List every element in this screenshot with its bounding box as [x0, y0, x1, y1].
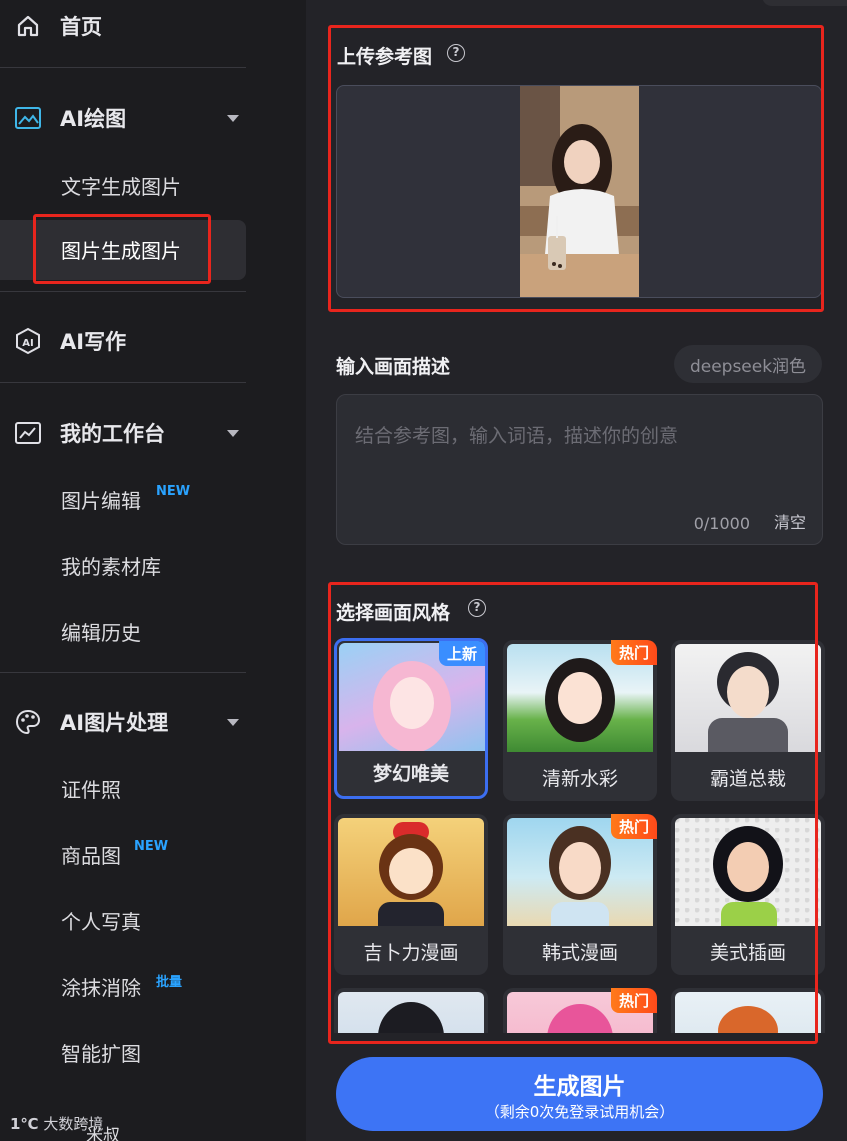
nav-workbench[interactable]: 我的工作台	[0, 404, 306, 462]
style-thumbnail	[675, 818, 821, 926]
divider	[0, 672, 246, 673]
deepseek-polish-button[interactable]: deepseek润色	[674, 345, 822, 383]
sidebar-item-label: 证件照	[61, 777, 121, 802]
style-card-label: 韩式漫画	[541, 941, 618, 964]
style-card-label: 清新水彩	[541, 767, 618, 790]
style-card-label: 霸道总裁	[709, 767, 786, 790]
chevron-down-icon[interactable]	[227, 429, 239, 437]
corner-tab	[762, 0, 847, 6]
prompt-input[interactable]: 结合参考图，输入词语，描述你的创意 0/1000 清空	[336, 394, 823, 545]
sidebar-item-id-photo[interactable]: 证件照	[0, 759, 306, 817]
divider	[0, 382, 246, 383]
upload-dropzone[interactable]	[336, 85, 822, 298]
sidebar-item-label: 编辑历史	[61, 620, 141, 645]
sidebar-item-expand[interactable]: 智能扩图	[0, 1023, 306, 1081]
nav-workbench-label: 我的工作台	[60, 422, 165, 446]
style-thumbnail	[338, 818, 484, 926]
style-card-label: 梦幻唯美	[372, 762, 449, 785]
nav-ai-draw[interactable]: AI绘图	[0, 89, 306, 147]
sidebar-item-label: 我的素材库	[61, 554, 161, 579]
sidebar-item-label: 图片生成图片	[61, 238, 181, 263]
style-card-8[interactable]: 热门	[503, 988, 657, 1033]
style-card-9[interactable]	[671, 988, 825, 1033]
sidebar-item-label: 文字生成图片	[61, 174, 181, 199]
palette-icon	[14, 708, 42, 736]
style-card-dreamy[interactable]: 上新 梦幻唯美	[334, 638, 488, 799]
style-card-ghibli[interactable]: 吉卜力漫画	[334, 814, 488, 975]
main-panel: 上传参考图 ? 输入画面描述 deepseek润色 结合参考图，输入词语，描述你…	[306, 0, 847, 1141]
sidebar-item-portrait[interactable]: 个人写真	[0, 891, 306, 949]
style-card-korean[interactable]: 热门 韩式漫画	[503, 814, 657, 975]
nav-image-processing[interactable]: AI图片处理	[0, 693, 306, 751]
sidebar-item-text-to-image[interactable]: 文字生成图片	[0, 156, 306, 214]
style-thumbnail	[338, 992, 484, 1033]
sidebar-item-product-image[interactable]: 商品图 NEW	[0, 825, 306, 883]
reference-photo	[520, 86, 639, 297]
ai-write-icon: AI	[14, 327, 42, 355]
chevron-down-icon[interactable]	[227, 718, 239, 726]
home-icon	[14, 12, 42, 40]
watermark-logo-icon: 1℃	[10, 1115, 39, 1133]
sidebar-item-materials[interactable]: 我的素材库	[0, 536, 306, 594]
help-icon[interactable]: ?	[468, 599, 486, 617]
prompt-placeholder: 结合参考图，输入词语，描述你的创意	[355, 425, 679, 447]
char-count: 0/1000	[693, 514, 750, 533]
watermark-text: 大数跨境	[43, 1115, 104, 1133]
nav-home-label: 首页	[60, 15, 102, 39]
sidebar: 首页 AI绘图 文字生成图片 图片生成图片 AI AI写作 我的工作台 图片编辑…	[0, 0, 306, 1141]
generate-button-sublabel: （剩余0次免登录试用机会）	[484, 1103, 675, 1121]
nav-ai-write-label: AI写作	[60, 330, 127, 354]
style-card-american[interactable]: 美式插画	[671, 814, 825, 975]
image-icon	[14, 104, 42, 132]
sidebar-item-image-edit[interactable]: 图片编辑 NEW	[0, 470, 306, 528]
new-badge: 上新	[438, 641, 485, 666]
help-icon[interactable]: ?	[447, 44, 465, 62]
prompt-title: 输入画面描述	[336, 356, 451, 378]
nav-ai-draw-label: AI绘图	[60, 107, 127, 131]
batch-tag: 批量	[156, 975, 183, 990]
sidebar-item-label: 涂抹消除	[61, 975, 141, 1000]
divider	[0, 67, 246, 68]
style-thumbnail	[675, 644, 821, 752]
sidebar-item-label: 商品图	[61, 843, 121, 868]
style-card-label: 美式插画	[709, 941, 786, 964]
style-card-label: 吉卜力漫画	[363, 941, 459, 964]
upload-title: 上传参考图	[337, 46, 433, 68]
nav-ai-write[interactable]: AI AI写作	[0, 312, 306, 370]
watermark: 1℃ 大数跨境	[10, 1113, 103, 1134]
hot-badge: 热门	[610, 640, 657, 665]
sidebar-item-label: 图片编辑	[61, 488, 141, 513]
hot-badge: 热门	[610, 988, 657, 1013]
style-card-watercolor[interactable]: 热门 清新水彩	[503, 640, 657, 801]
style-grid: 上新 梦幻唯美 热门 清新水彩 霸道总裁 吉卜力漫画 热门 韩式漫画 美式插画 …	[328, 630, 828, 1033]
style-title: 选择画面风格	[336, 602, 451, 624]
style-card-7[interactable]	[334, 988, 488, 1033]
sidebar-item-erase[interactable]: 涂抹消除 批量	[0, 957, 306, 1015]
sidebar-item-label: 个人写真	[61, 909, 141, 934]
hot-badge: 热门	[610, 814, 657, 839]
sidebar-item-label: 智能扩图	[61, 1041, 141, 1066]
divider	[0, 291, 246, 292]
generate-button-label: 生成图片	[533, 1074, 626, 1100]
new-tag: NEW	[134, 839, 169, 854]
chart-icon	[14, 419, 42, 447]
generate-button[interactable]: 生成图片 （剩余0次免登录试用机会）	[336, 1057, 823, 1131]
style-card-ceo[interactable]: 霸道总裁	[671, 640, 825, 801]
svg-text:AI: AI	[22, 338, 33, 349]
nav-home[interactable]: 首页	[0, 0, 306, 60]
clear-button[interactable]: 清空	[774, 509, 806, 533]
nav-image-processing-label: AI图片处理	[60, 711, 169, 735]
sidebar-item-edit-history[interactable]: 编辑历史	[0, 602, 306, 660]
sidebar-item-image-to-image[interactable]: 图片生成图片	[0, 220, 306, 280]
new-tag: NEW	[156, 484, 191, 499]
style-thumbnail	[675, 992, 821, 1033]
chevron-down-icon[interactable]	[227, 114, 239, 122]
